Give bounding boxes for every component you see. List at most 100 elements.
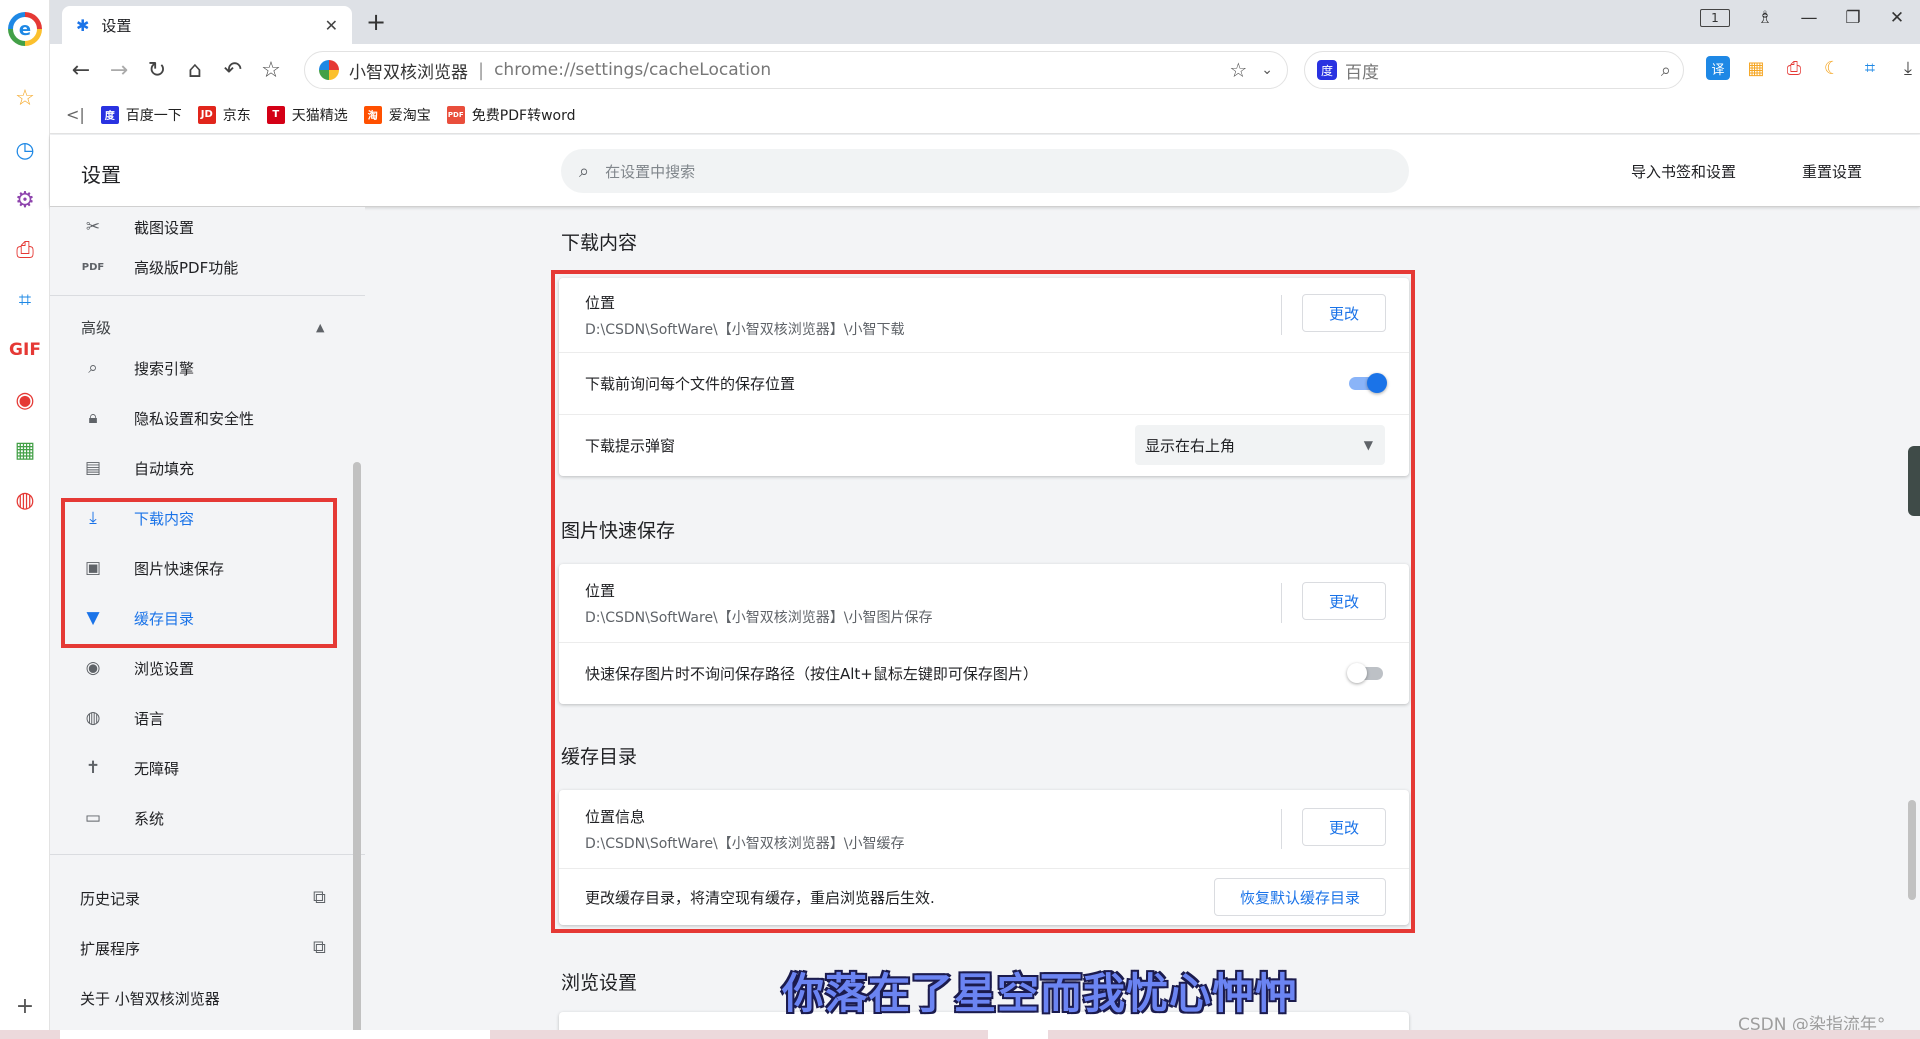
gif-icon[interactable]: GIF xyxy=(9,334,41,366)
tab-count-button[interactable]: 1 xyxy=(1700,9,1730,27)
settings-search-input[interactable]: ⌕ 在设置中搜索 xyxy=(561,149,1409,193)
back-icon[interactable]: ← xyxy=(62,58,100,83)
favorites-star-icon[interactable]: ☆ xyxy=(9,82,41,114)
history-clock-icon[interactable]: ◷ xyxy=(9,134,41,166)
change-image-location-button[interactable]: 更改 xyxy=(1302,582,1386,620)
chevron-up-icon[interactable]: ▲ xyxy=(316,321,324,334)
image-noask-toggle[interactable] xyxy=(1347,663,1387,683)
browse-section-title: 浏览设置 xyxy=(561,972,638,994)
close-tab-icon[interactable]: ✕ xyxy=(325,16,338,35)
home-icon[interactable]: ⌂ xyxy=(176,58,214,83)
sidebar-item-label: 隐私设置和安全性 xyxy=(134,409,255,428)
download-popup-select[interactable]: 显示在右上角 ▼ xyxy=(1135,425,1385,465)
bookmark-baidu[interactable]: 度 百度一下 xyxy=(100,105,182,125)
content-scrollbar[interactable] xyxy=(1908,800,1916,900)
settings-search-placeholder[interactable]: 在设置中搜索 xyxy=(605,161,695,182)
sidebar-item-screenshot[interactable]: ✂ 截图设置 xyxy=(80,207,340,247)
download-icon[interactable]: ⤓ xyxy=(1896,56,1920,80)
translate-icon[interactable]: 译 xyxy=(1706,56,1730,80)
bookmark-page-icon[interactable]: ☆ xyxy=(1229,58,1247,82)
bookmark-star-icon[interactable]: ☆ xyxy=(252,58,290,83)
bookmark-tmall[interactable]: T 天猫精选 xyxy=(266,105,348,125)
sidebar-item-browse[interactable]: ◉ 浏览设置 xyxy=(80,648,340,688)
minimize-icon[interactable]: — xyxy=(1800,8,1818,28)
restore-default-cache-button[interactable]: 恢复默认缓存目录 xyxy=(1214,878,1386,916)
monitor-icon: ▭ xyxy=(84,808,102,828)
downloads-card: 位置 D:\CSDN\SoftWare\【小智双核浏览器】\小智下载 更改 下载… xyxy=(559,278,1409,476)
image-noask-row: 快速保存图片时不询问保存路径（按住Alt+鼠标左键即可保存图片） xyxy=(559,642,1409,704)
restore-icon[interactable]: ❐ xyxy=(1844,8,1862,28)
collapse-sidebar-icon[interactable]: <| xyxy=(66,105,85,124)
pdf-icon: PDF xyxy=(446,105,465,124)
toggle-knob xyxy=(1367,373,1387,393)
import-bookmarks-link[interactable]: 导入书签和设置 xyxy=(1631,161,1736,182)
sidebar-item-pdf[interactable]: PDF 高级版PDF功能 xyxy=(80,247,340,287)
gear-icon: ✱ xyxy=(76,15,90,35)
search-box[interactable]: 度 百度 ⌕ xyxy=(1304,51,1684,89)
search-placeholder[interactable]: 百度 xyxy=(1345,58,1661,83)
image-icon: ▣ xyxy=(84,558,102,578)
add-app-icon[interactable]: + xyxy=(9,990,41,1022)
sidebar-item-label: 关于 小智双核浏览器 xyxy=(80,989,220,1008)
open-external-icon[interactable]: ⧉ xyxy=(313,937,326,958)
undo-close-icon[interactable]: ↶ xyxy=(214,58,252,83)
forward-icon[interactable]: → xyxy=(100,58,138,83)
reset-settings-link[interactable]: 重置设置 xyxy=(1802,161,1862,182)
bookmark-pdf[interactable]: PDF 免费PDF转word xyxy=(446,105,576,125)
scissors-icon: ✂ xyxy=(85,217,101,237)
change-cache-location-button[interactable]: 更改 xyxy=(1302,808,1386,846)
sidebar-item-cache[interactable]: ▼ 缓存目录 xyxy=(80,598,340,638)
apps-grid-icon[interactable]: ▦ xyxy=(1744,56,1768,80)
weibo-icon[interactable]: ◍ xyxy=(9,484,41,516)
sidebar-scrollbar[interactable] xyxy=(353,462,361,1039)
ask-before-download-toggle[interactable] xyxy=(1347,373,1387,393)
search-icon[interactable]: ⌕ xyxy=(1661,60,1671,81)
skin-icon[interactable]: ♗ xyxy=(1756,8,1774,28)
tab-title: 设置 xyxy=(101,16,132,35)
sidebar-item-extensions[interactable]: 扩展程序 xyxy=(80,928,340,968)
close-window-icon[interactable]: ✕ xyxy=(1888,8,1906,28)
change-download-location-button[interactable]: 更改 xyxy=(1302,294,1386,332)
bookmark-taobao[interactable]: 淘 爱淘宝 xyxy=(363,105,431,125)
sidebar-item-privacy[interactable]: 🔒︎ 隐私设置和安全性 xyxy=(80,398,340,438)
address-bar[interactable]: 小智双核浏览器 | chrome://settings/cacheLocatio… xyxy=(304,51,1288,89)
image-save-card: 位置 D:\CSDN\SoftWare\【小智双核浏览器】\小智图片保存 更改 … xyxy=(559,564,1409,704)
qrcode-icon[interactable]: ▦ xyxy=(9,434,41,466)
open-external-icon[interactable]: ⧉ xyxy=(313,887,326,908)
toolbar: ← → ↻ ⌂ ↶ ☆ 小智双核浏览器 | chrome://settings/… xyxy=(50,44,1920,96)
sidebar-item-image-save[interactable]: ▣ 图片快速保存 xyxy=(80,548,340,588)
address-url[interactable]: chrome://settings/cacheLocation xyxy=(494,60,1229,80)
sidebar-item-search-engine[interactable]: ⌕ 搜索引擎 xyxy=(80,348,340,388)
screenshot-icon[interactable]: ⌗ xyxy=(1858,56,1882,80)
night-mode-icon[interactable]: ☾ xyxy=(1820,56,1844,80)
advanced-section-label[interactable]: 高级 xyxy=(81,317,111,338)
cache-card: 位置信息 D:\CSDN\SoftWare\【小智双核浏览器】\小智缓存 更改 … xyxy=(559,790,1409,925)
sidebar-item-language[interactable]: ◍ 语言 xyxy=(80,698,340,738)
pdf-tool-icon[interactable]: ⎙ xyxy=(9,234,41,266)
pdf-ext-icon[interactable]: ⎙ xyxy=(1782,56,1806,80)
chevron-down-icon[interactable]: ⌄ xyxy=(1261,62,1273,78)
bug-icon[interactable]: ⚙ xyxy=(9,184,41,216)
side-panel-handle[interactable] xyxy=(1908,446,1920,516)
sidebar-item-autofill[interactable]: ▤ 自动填充 xyxy=(80,448,340,488)
record-icon[interactable]: ◉ xyxy=(9,384,41,416)
image-save-section-title: 图片快速保存 xyxy=(561,520,676,542)
reload-icon[interactable]: ↻ xyxy=(138,58,176,83)
sidebar-item-about[interactable]: 关于 小智双核浏览器 xyxy=(80,978,340,1018)
sidebar-item-system[interactable]: ▭ 系统 xyxy=(80,798,340,838)
settings-header: 设置 ⌕ 在设置中搜索 导入书签和设置 重置设置 xyxy=(50,135,1920,207)
bookmark-label: 免费PDF转word xyxy=(471,107,576,124)
sidebar-item-label: 扩展程序 xyxy=(80,939,141,958)
bookmark-jd[interactable]: JD 京东 xyxy=(197,105,251,125)
tmall-icon: T xyxy=(266,105,285,124)
crop-icon[interactable]: ⌗ xyxy=(9,284,41,316)
location-path: D:\CSDN\SoftWare\【小智双核浏览器】\小智图片保存 xyxy=(585,609,933,626)
tab-settings[interactable]: ✱ 设置 ✕ xyxy=(62,6,352,44)
new-tab-button[interactable]: + xyxy=(366,8,386,36)
browser-logo-icon[interactable]: e xyxy=(8,12,42,46)
sidebar-item-accessibility[interactable]: ✝ 无障碍 xyxy=(80,748,340,788)
sidebar-item-history[interactable]: 历史记录 xyxy=(80,878,340,918)
baidu-engine-icon[interactable]: 度 xyxy=(1317,60,1337,80)
sidebar-item-downloads[interactable]: ⤓ 下载内容 xyxy=(80,498,340,538)
location-path: D:\CSDN\SoftWare\【小智双核浏览器】\小智下载 xyxy=(585,321,905,338)
